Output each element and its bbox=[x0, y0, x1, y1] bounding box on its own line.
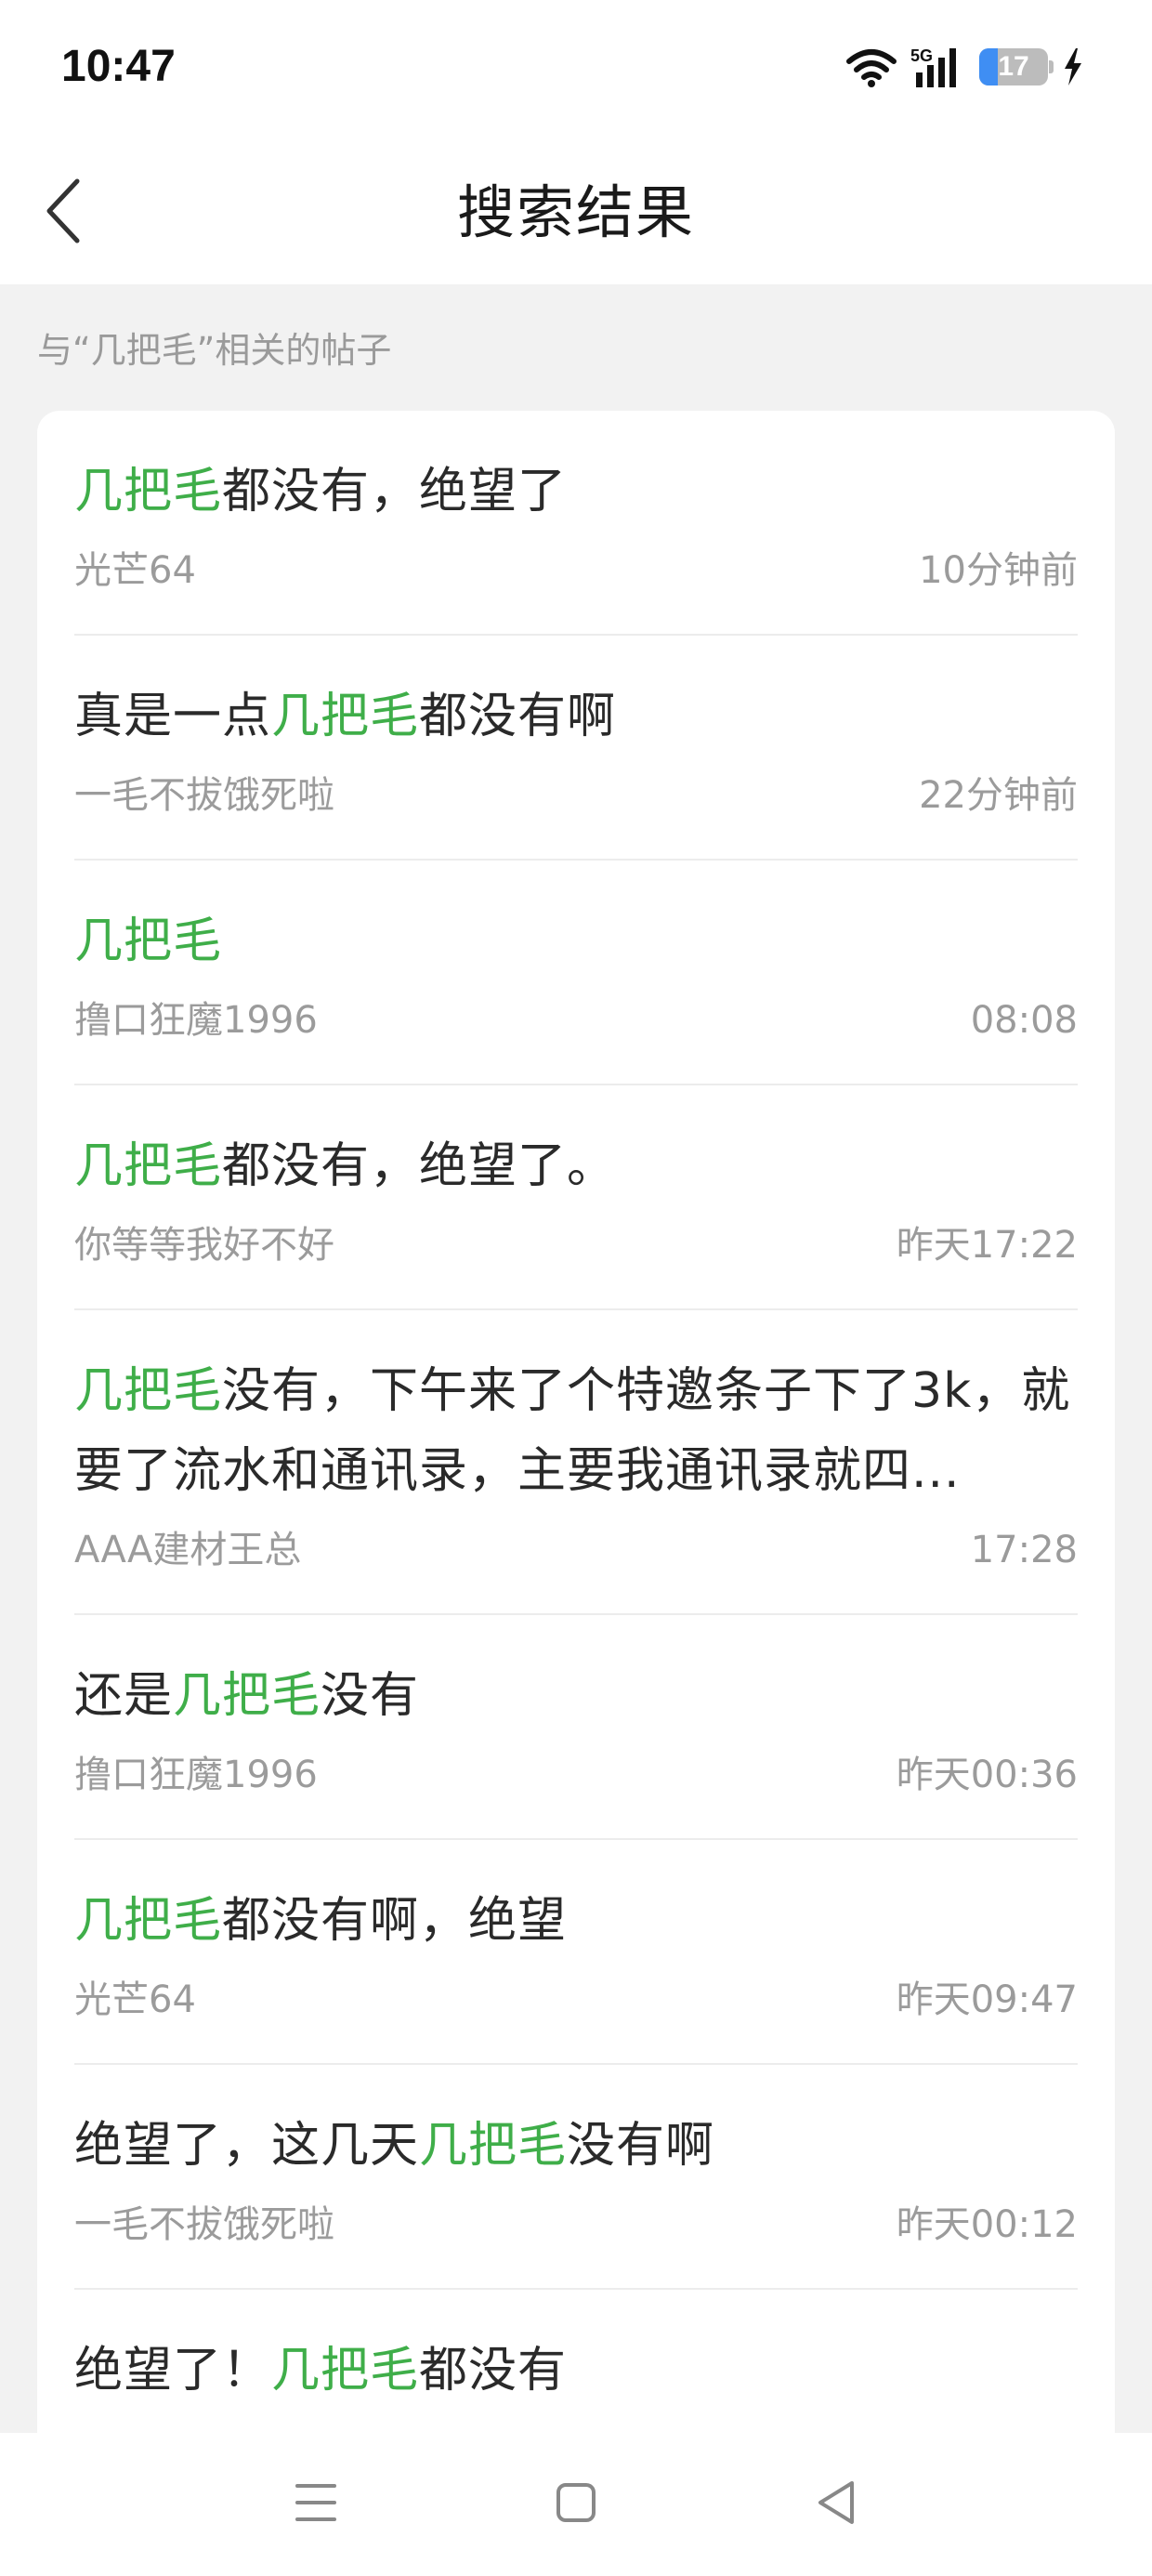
menu-icon bbox=[294, 2481, 338, 2528]
result-time: 22分钟前 bbox=[919, 774, 1078, 817]
wifi-icon bbox=[845, 46, 897, 87]
section-label: 与“几把毛”相关的帖子 bbox=[37, 330, 392, 371]
keyword-highlight: 几把毛 bbox=[74, 1363, 223, 1419]
result-title: 几把毛都没有啊，绝望 bbox=[74, 1893, 568, 1949]
keyword-highlight: 几把毛 bbox=[271, 2343, 420, 2399]
svg-text:5G: 5G bbox=[910, 46, 933, 65]
home-square-icon bbox=[555, 2481, 597, 2528]
result-meta: 撸口狂魔1996 昨天00:36 bbox=[74, 1747, 1078, 1803]
keyword-highlight: 几把毛 bbox=[173, 1668, 321, 1724]
status-icons: 5G 17 bbox=[845, 41, 1085, 93]
result-item[interactable]: 绝望了，这几天几把毛没有啊 一毛不拔饿死啦 昨天00:12 bbox=[74, 2065, 1078, 2290]
result-time: 08:08 bbox=[970, 999, 1078, 1042]
battery-level: 17 bbox=[998, 51, 1029, 82]
result-item[interactable]: 几把毛都没有，绝望了 光芒64 10分钟前 bbox=[74, 411, 1078, 636]
system-nav-bar bbox=[0, 2433, 1152, 2576]
result-meta: 光芒64 昨天09:47 bbox=[74, 1972, 1078, 2028]
result-title: 还是几把毛没有 bbox=[74, 1668, 420, 1724]
result-author: 你等等我好不好 bbox=[74, 1224, 334, 1267]
screen: 10:47 5G 17 搜索结果 与“几把毛”相关的帖子 几把毛都没有，绝望了 … bbox=[0, 0, 1152, 2576]
status-time: 10:47 bbox=[61, 42, 176, 91]
result-item[interactable]: 几把毛都没有，绝望了。 你等等我好不好 昨天17:22 bbox=[74, 1085, 1078, 1310]
header: 搜索结果 bbox=[0, 139, 1152, 284]
status-bar: 10:47 5G 17 bbox=[0, 0, 1152, 139]
result-title: 真是一点几把毛都没有啊 bbox=[74, 689, 617, 744]
keyword-highlight: 几把毛 bbox=[74, 913, 223, 969]
keyword-highlight: 几把毛 bbox=[74, 1138, 223, 1194]
result-item[interactable]: 几把毛都没有啊，绝望 光芒64 昨天09:47 bbox=[74, 1840, 1078, 2065]
result-item[interactable]: 几把毛 撸口狂魔1996 08:08 bbox=[74, 861, 1078, 1085]
system-back-button[interactable] bbox=[785, 2453, 887, 2556]
results-card: 几把毛都没有，绝望了 光芒64 10分钟前 真是一点几把毛都没有啊 一毛不拔饿死… bbox=[37, 411, 1115, 2576]
result-time: 17:28 bbox=[970, 1529, 1078, 1571]
result-meta: AAA建材王总 17:28 bbox=[74, 1522, 1078, 1578]
result-author: 一毛不拔饿死啦 bbox=[74, 774, 334, 817]
back-triangle-icon bbox=[815, 2479, 857, 2530]
result-time: 10分钟前 bbox=[919, 549, 1078, 592]
home-button[interactable] bbox=[525, 2453, 627, 2556]
result-title: 绝望了，这几天几把毛没有啊 bbox=[74, 2118, 715, 2174]
page-title: 搜索结果 bbox=[456, 178, 695, 246]
result-title: 几把毛 bbox=[74, 901, 1078, 981]
result-author: 光芒64 bbox=[74, 1978, 196, 2021]
result-item[interactable]: 真是一点几把毛都没有啊 一毛不拔饿死啦 22分钟前 bbox=[74, 636, 1078, 861]
result-title: 几把毛没有，下午来了个特邀条子下了3k，就要了流水和通讯录，主要我通讯录就四..… bbox=[74, 1363, 1071, 1499]
battery-icon: 17 bbox=[979, 48, 1054, 85]
result-author: 光芒64 bbox=[74, 549, 196, 592]
result-author: AAA建材王总 bbox=[74, 1529, 302, 1571]
result-time: 昨天09:47 bbox=[896, 1978, 1078, 2021]
menu-button[interactable] bbox=[265, 2453, 367, 2556]
result-author: 一毛不拔饿死啦 bbox=[74, 2203, 334, 2246]
result-meta: 光芒64 10分钟前 bbox=[74, 543, 1078, 598]
result-time: 昨天17:22 bbox=[896, 1224, 1078, 1267]
result-title: 几把毛都没有，绝望了。 bbox=[74, 1138, 617, 1194]
result-meta: 一毛不拔饿死啦 22分钟前 bbox=[74, 768, 1078, 823]
keyword-highlight: 几把毛 bbox=[74, 1893, 223, 1949]
charging-icon bbox=[1061, 46, 1085, 87]
signal-5g-icon: 5G bbox=[910, 45, 966, 89]
result-meta: 一毛不拔饿死啦 昨天00:12 bbox=[74, 2197, 1078, 2253]
result-meta: 撸口狂魔1996 08:08 bbox=[74, 992, 1078, 1048]
result-meta: 你等等我好不好 昨天17:22 bbox=[74, 1217, 1078, 1273]
result-title: 绝望了！几把毛都没有 bbox=[74, 2343, 568, 2399]
result-title: 几把毛都没有，绝望了 bbox=[74, 464, 568, 519]
keyword-highlight: 几把毛 bbox=[271, 689, 420, 744]
keyword-highlight: 几把毛 bbox=[419, 2118, 568, 2174]
keyword-highlight: 几把毛 bbox=[74, 464, 223, 519]
result-item[interactable]: 还是几把毛没有 撸口狂魔1996 昨天00:36 bbox=[74, 1615, 1078, 1840]
result-author: 撸口狂魔1996 bbox=[74, 1754, 318, 1796]
result-item[interactable]: 几把毛没有，下午来了个特邀条子下了3k，就要了流水和通讯录，主要我通讯录就四..… bbox=[74, 1310, 1078, 1615]
result-time: 昨天00:12 bbox=[896, 2203, 1078, 2246]
result-time: 昨天00:36 bbox=[896, 1754, 1078, 1796]
result-author: 撸口狂魔1996 bbox=[74, 999, 318, 1042]
